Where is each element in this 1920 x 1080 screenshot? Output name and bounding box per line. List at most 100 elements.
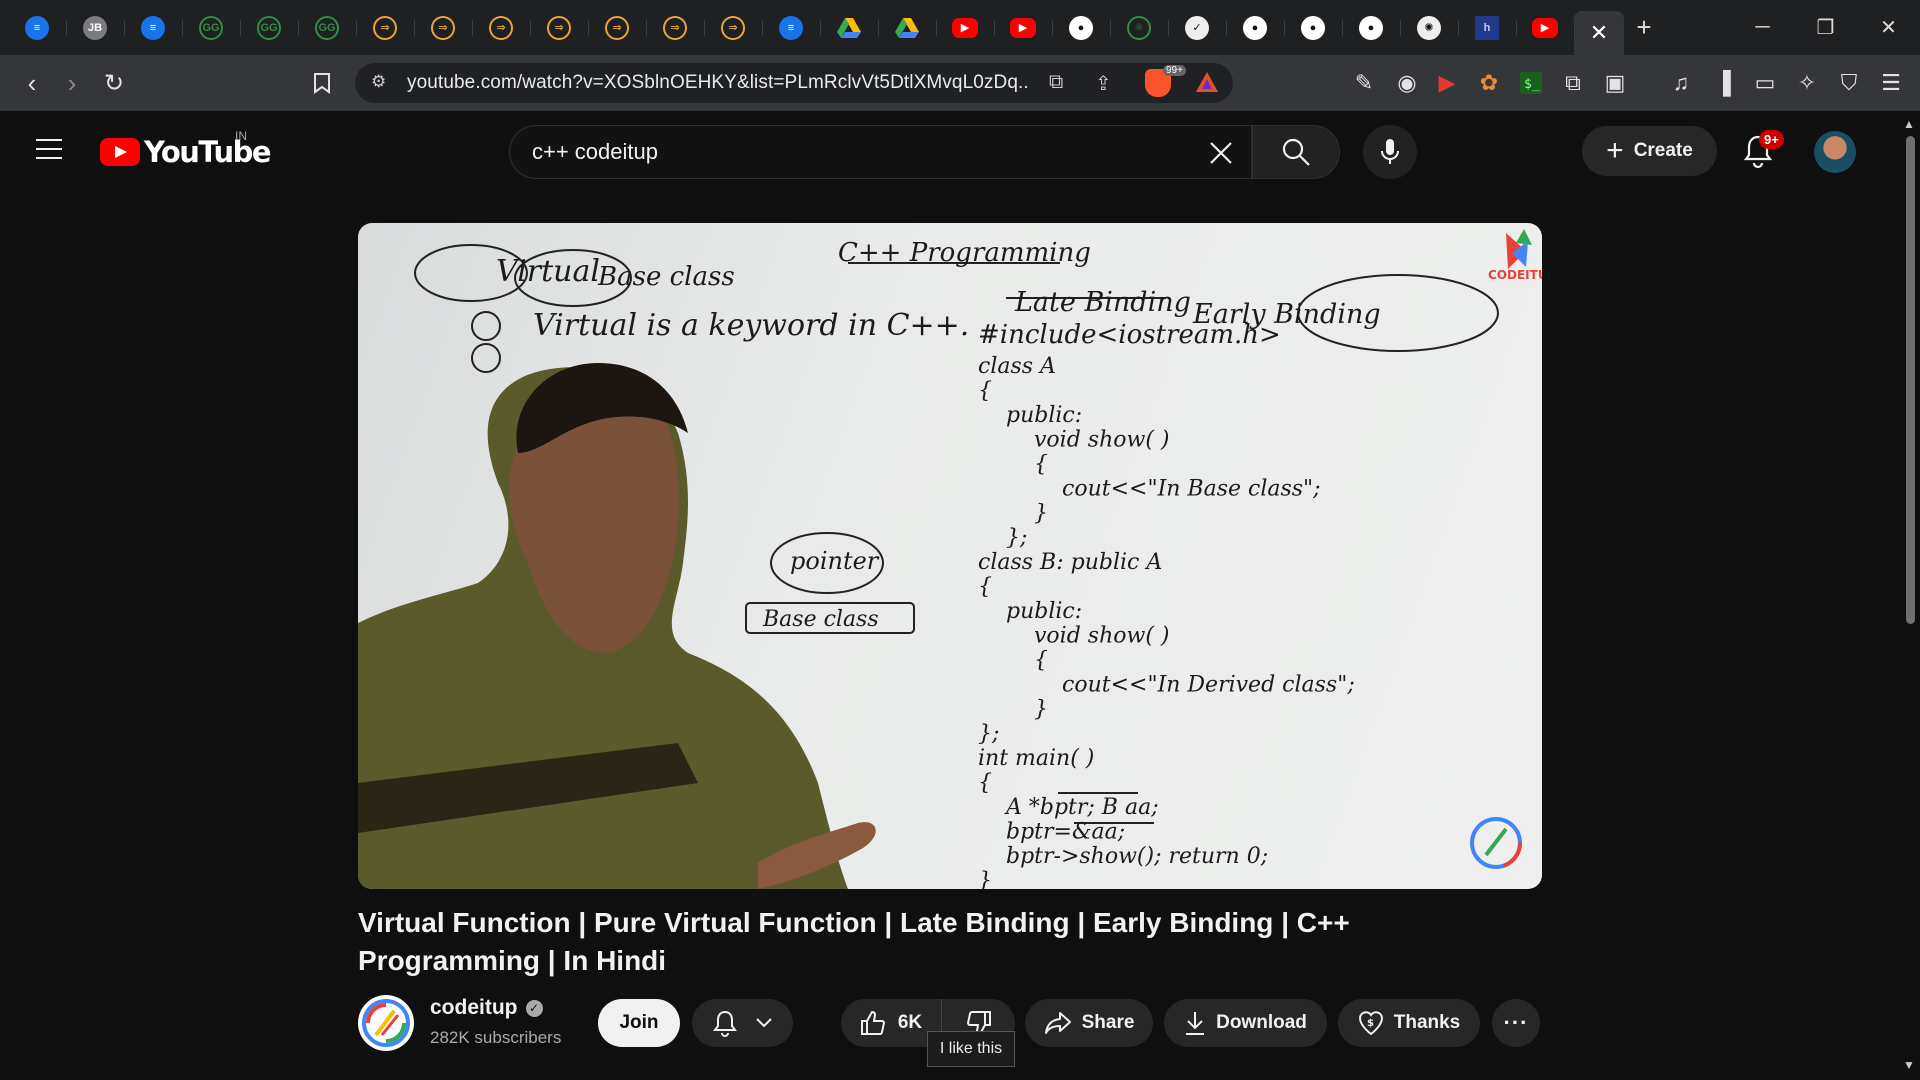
scroll-up-arrow-icon[interactable]: ▲ (1903, 117, 1915, 131)
video-player[interactable]: Virtual Base class C++ Programming Virtu… (358, 223, 1542, 889)
sidebar-toggle-icon[interactable]: ▐ (1706, 66, 1740, 100)
restore-icon[interactable]: ❐ (1794, 0, 1857, 55)
channel-name[interactable]: codeitup ✓ (430, 996, 543, 1020)
browser-tab[interactable]: JB (66, 8, 124, 48)
screenshot-extension-icon[interactable]: ▣ (1598, 66, 1632, 100)
browser-tab[interactable]: ⇒ (530, 8, 588, 48)
guide-menu-icon[interactable] (36, 139, 62, 159)
super-thanks-icon: $ (1358, 1011, 1383, 1036)
share-page-icon[interactable]: ⇪ (1095, 71, 1112, 96)
reload-icon[interactable]: ↻ (94, 63, 134, 103)
download-button[interactable]: Download (1164, 999, 1327, 1047)
browser-tab[interactable]: GG (240, 8, 298, 48)
active-tab[interactable]: ✕ (1574, 11, 1624, 55)
leo-ai-icon[interactable]: ✧ (1790, 66, 1824, 100)
voice-search-button[interactable] (1363, 125, 1417, 179)
share-icon (1044, 1012, 1071, 1034)
close-tab-icon[interactable]: ✕ (1590, 20, 1608, 46)
browser-tab[interactable]: ≡ (762, 8, 820, 48)
open-in-app-icon[interactable]: ⧉ (1049, 71, 1063, 94)
share-button[interactable]: Share (1025, 999, 1153, 1047)
channel-name-text[interactable]: codeitup (430, 996, 518, 1020)
scroll-down-arrow-icon[interactable]: ▼ (1903, 1058, 1915, 1072)
browser-tab[interactable]: ⇒ (472, 8, 530, 48)
cookie-extension-icon[interactable]: ✿ (1472, 66, 1506, 100)
minimize-icon[interactable]: ─ (1731, 0, 1794, 55)
share-label: Share (1081, 1012, 1135, 1033)
close-window-icon[interactable]: ✕ (1857, 0, 1920, 55)
new-tab-icon[interactable]: + (1624, 12, 1664, 43)
wb-virtual: Virtual (496, 254, 600, 289)
openai-icon: ✺ (1417, 15, 1441, 40)
browser-tab[interactable]: ⇒ (356, 8, 414, 48)
subscription-notifications-button[interactable] (692, 999, 793, 1047)
join-button[interactable]: Join (598, 999, 680, 1047)
extensions-icon[interactable]: ⧉ (1556, 66, 1590, 100)
wb-code-line: { (1034, 648, 1048, 673)
browser-tab[interactable]: ● (1284, 8, 1342, 48)
like-count: 6K (897, 1012, 923, 1033)
browser-tab[interactable]: ≡ (124, 8, 182, 48)
wallet-icon[interactable]: ▭ (1748, 66, 1782, 100)
site-info-icon[interactable]: ⚙ (371, 72, 386, 92)
signal-icon: ⇒ (431, 15, 455, 40)
clear-search-icon[interactable] (1203, 135, 1239, 171)
search-input[interactable]: c++ codeitup (509, 125, 1252, 179)
bookmark-icon[interactable] (302, 63, 342, 103)
browser-tab[interactable]: ⇒ (704, 8, 762, 48)
signal-icon: ⇒ (373, 15, 397, 40)
svg-text:$: $ (1367, 1018, 1374, 1029)
menu-icon[interactable]: ☰ (1874, 66, 1908, 100)
wb-code-line: #include<iostream.h> (978, 320, 1281, 350)
notification-badge: 9+ (1759, 130, 1784, 149)
forward-icon[interactable]: › (52, 63, 92, 103)
media-control-icon[interactable]: ♫ (1664, 66, 1698, 100)
back-icon[interactable]: ‹ (12, 63, 52, 103)
browser-tab[interactable]: ● (1226, 8, 1284, 48)
browser-tab[interactable]: ▶ (936, 8, 994, 48)
wb-code-line: public: (1006, 403, 1082, 428)
browser-tab[interactable]: ≡ (8, 8, 66, 48)
browser-tab[interactable]: ● (1342, 8, 1400, 48)
media-extension-icon[interactable]: ▶ (1430, 66, 1464, 100)
browser-tab[interactable]: ▶ (1516, 8, 1574, 48)
search-query[interactable]: c++ codeitup (532, 139, 658, 165)
browser-tab[interactable] (820, 8, 878, 48)
browser-tab[interactable]: ⚛ (1110, 8, 1168, 48)
radio-extension-icon[interactable]: ◉ (1390, 66, 1424, 100)
svg-text:$_: $_ (1524, 77, 1540, 92)
address-bar[interactable]: ⚙ youtube.com/watch?v=XOSblnOEHKY&list=P… (355, 63, 1233, 103)
wb-code-line: cout<<"In Base class"; (1062, 477, 1321, 502)
browser-tab[interactable]: ✺ (1400, 8, 1458, 48)
browser-tab[interactable]: ✓ (1168, 8, 1226, 48)
channel-avatar[interactable] (358, 995, 414, 1051)
account-avatar[interactable] (1814, 131, 1856, 173)
wb-code-line: { (1034, 452, 1048, 477)
browser-tab[interactable]: GG (182, 8, 240, 48)
brave-rewards-icon[interactable] (1195, 71, 1219, 99)
create-button[interactable]: + Create (1582, 126, 1717, 176)
more-actions-button[interactable]: ··· (1492, 999, 1540, 1047)
wb-code-line: class A (978, 354, 1056, 379)
wb-code-line: bptr->show(); return 0; (1006, 844, 1268, 869)
thanks-label: Thanks (1393, 1012, 1461, 1033)
terminal-extension-icon[interactable]: $_ (1514, 66, 1548, 100)
wb-code-line: public: (1006, 599, 1082, 624)
youtube-logo[interactable]: YouTube IN (100, 129, 272, 169)
github-icon: ● (1301, 15, 1325, 40)
url-text[interactable]: youtube.com/watch?v=XOSblnOEHKY&list=PLm… (407, 72, 1027, 94)
browser-tab[interactable]: ▶ (994, 8, 1052, 48)
thanks-button[interactable]: $ Thanks (1338, 999, 1480, 1047)
pen-extension-icon[interactable]: ✎ (1347, 66, 1381, 100)
browser-tab[interactable] (878, 8, 936, 48)
browser-tab[interactable]: ⇒ (414, 8, 472, 48)
vpn-icon[interactable]: ⛉ (1832, 66, 1866, 100)
browser-tab[interactable]: ● (1052, 8, 1110, 48)
browser-tab[interactable]: GG (298, 8, 356, 48)
search-button[interactable] (1252, 125, 1340, 179)
browser-tab[interactable]: ⇒ (588, 8, 646, 48)
browser-tab[interactable]: h (1458, 8, 1516, 48)
scrollbar-thumb[interactable] (1906, 136, 1915, 624)
signal-icon: ⇒ (663, 15, 687, 40)
browser-tab[interactable]: ⇒ (646, 8, 704, 48)
